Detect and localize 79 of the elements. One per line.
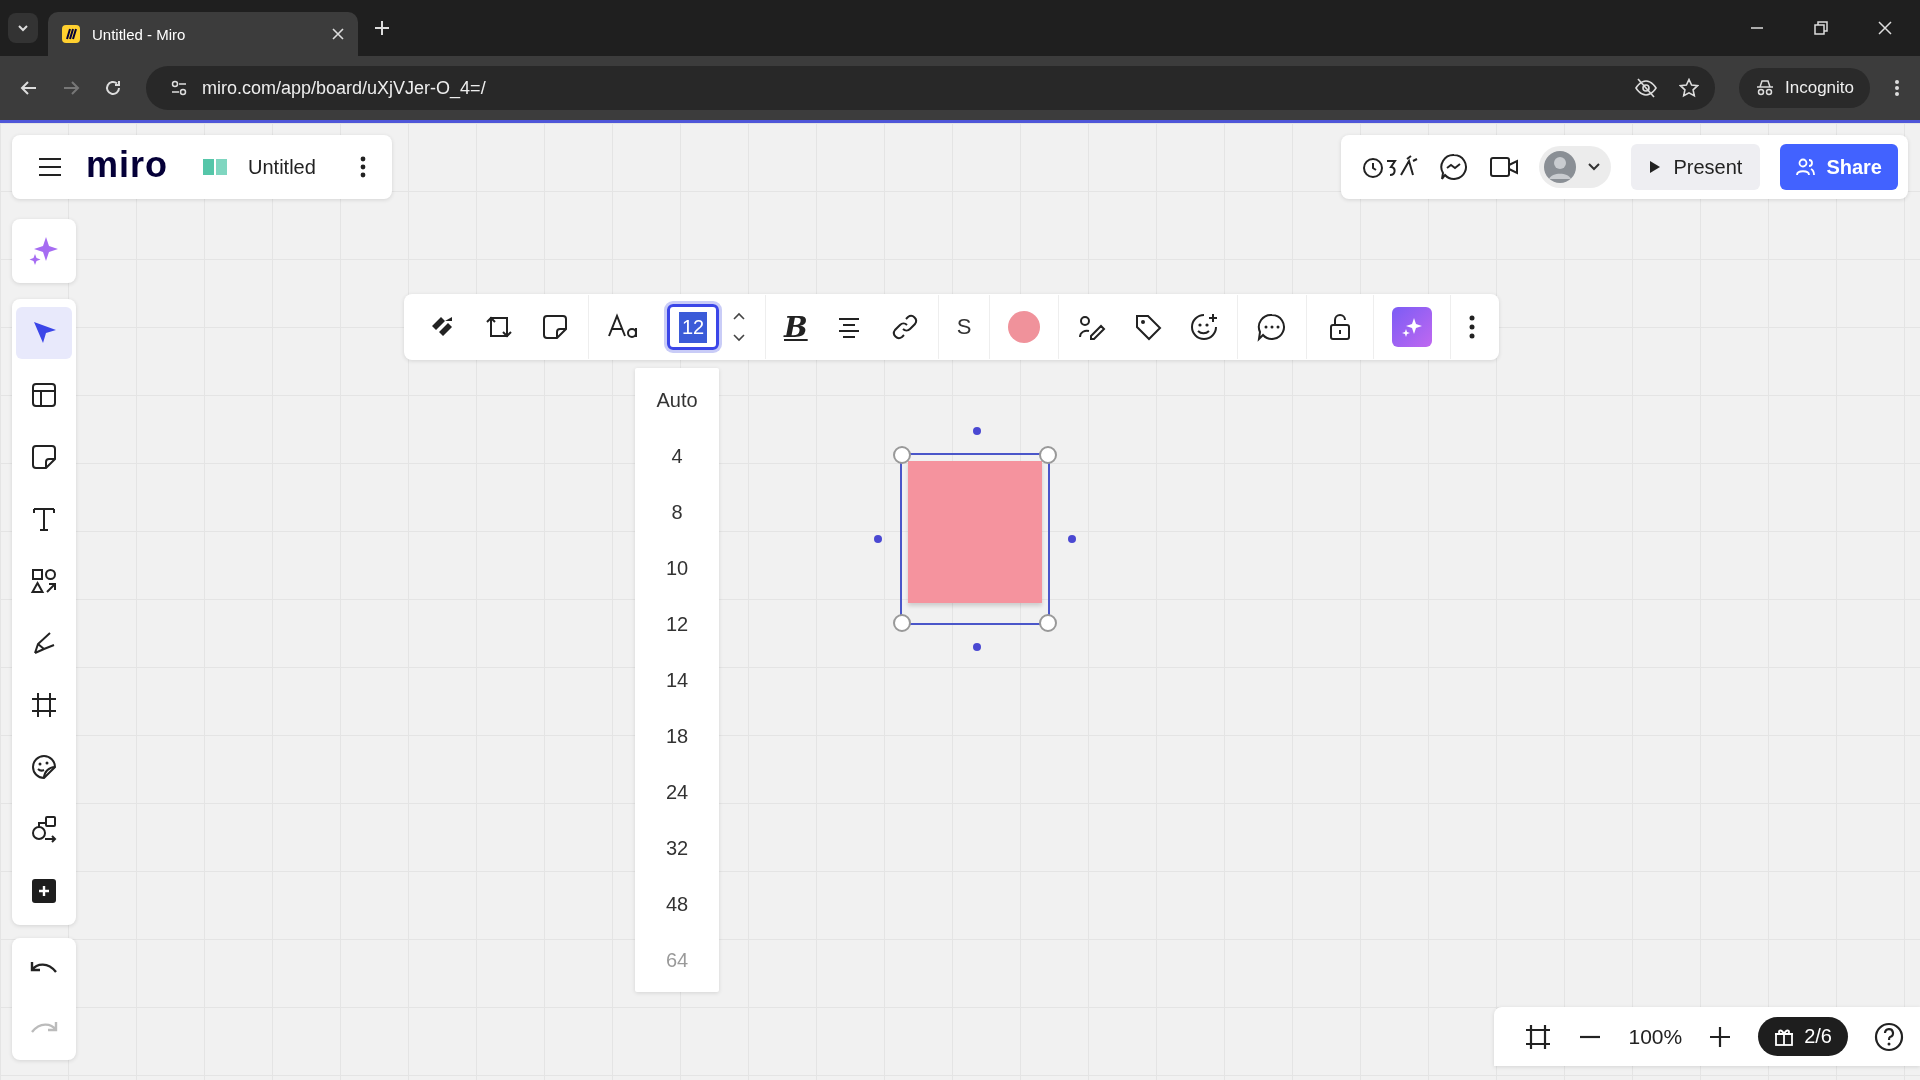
font-family-button[interactable]: S — [956, 314, 972, 340]
connection-dot[interactable] — [874, 535, 882, 543]
menu-option[interactable]: 18 — [635, 708, 719, 764]
new-tab-icon[interactable] — [374, 20, 390, 36]
tag-icon[interactable] — [1133, 312, 1164, 342]
menu-option[interactable]: Auto — [635, 372, 719, 428]
font-size-field[interactable]: 12 — [667, 304, 719, 350]
more-icon[interactable] — [1469, 315, 1476, 339]
forward-icon[interactable] — [62, 79, 80, 97]
close-icon[interactable] — [332, 28, 344, 40]
incognito-badge[interactable]: Incognito — [1739, 68, 1870, 108]
restore-icon[interactable] — [1814, 21, 1828, 35]
address-bar[interactable]: miro.com/app/board/uXjVJer-O_4=/ — [146, 66, 1715, 110]
pages-button[interactable]: 2/6 — [1758, 1017, 1848, 1056]
menu-option[interactable]: 24 — [635, 764, 719, 820]
menu-option[interactable]: 32 — [635, 820, 719, 876]
menu-option[interactable]: 4 — [635, 428, 719, 484]
tab-search-button[interactable] — [8, 13, 38, 43]
sticky-note-icon[interactable] — [540, 312, 570, 342]
menu-option[interactable]: 12 — [635, 596, 719, 652]
zoom-level[interactable]: 100% — [1628, 1024, 1683, 1049]
close-icon[interactable] — [1878, 21, 1892, 35]
url-text: miro.com/app/board/uXjVJer-O_4=/ — [202, 77, 486, 99]
menu-option[interactable]: 14 — [635, 652, 719, 708]
resize-handle[interactable] — [1039, 614, 1057, 632]
shapes-icon — [29, 566, 59, 596]
menu-icon[interactable] — [38, 157, 62, 177]
frame-icon — [29, 690, 59, 720]
book-icon — [202, 157, 228, 177]
board-canvas[interactable]: miro Untitled Present Share 12 B S Auto 4 8 10 12 14 18 24 32 48 64 100% 2/6 — [0, 123, 1920, 1080]
profile-label: Incognito — [1785, 78, 1854, 98]
logo[interactable]: miro — [86, 144, 168, 186]
present-button[interactable]: Present — [1631, 144, 1761, 190]
reactions-icon[interactable] — [1361, 153, 1420, 181]
sticker-icon — [29, 752, 59, 782]
frame-icon[interactable] — [1524, 1022, 1553, 1051]
sticky-note-icon — [29, 442, 59, 472]
connection-dot[interactable] — [1068, 535, 1076, 543]
diagram-icon — [29, 814, 59, 844]
stepper-icon[interactable] — [731, 310, 747, 344]
chat-icon[interactable] — [1439, 152, 1470, 182]
share-button[interactable]: Share — [1780, 144, 1898, 190]
menu-option[interactable]: 48 — [635, 876, 719, 932]
incognito-icon — [1755, 80, 1775, 96]
color-swatch[interactable] — [1008, 311, 1041, 343]
browser-tab[interactable]: Untitled - Miro — [48, 12, 358, 56]
menu-icon[interactable] — [1894, 79, 1900, 97]
video-icon[interactable] — [1489, 155, 1520, 179]
resize-handle[interactable] — [1039, 446, 1057, 464]
add-icon — [29, 876, 59, 906]
avatar-icon — [1543, 150, 1578, 184]
zoom-in-icon[interactable] — [1708, 1024, 1733, 1049]
more-icon[interactable] — [359, 156, 366, 178]
sparkle-icon — [1401, 316, 1424, 338]
avatar-button[interactable] — [1539, 146, 1612, 188]
site-settings-icon[interactable] — [170, 79, 188, 97]
menu-option[interactable]: 10 — [635, 540, 719, 596]
people-icon — [1796, 158, 1817, 176]
ai-button[interactable] — [1392, 307, 1433, 347]
tab-title: Untitled - Miro — [92, 25, 187, 43]
back-icon[interactable] — [20, 79, 38, 97]
play-icon — [1649, 160, 1662, 174]
caret-icon — [1587, 162, 1602, 172]
miro-favicon-icon — [62, 25, 80, 43]
ai-button[interactable] — [12, 219, 76, 283]
add-reaction-icon[interactable] — [1189, 312, 1220, 342]
reload-icon[interactable] — [104, 79, 122, 97]
menu-option[interactable]: 8 — [635, 484, 719, 540]
star-icon[interactable] — [1679, 78, 1699, 98]
help-icon[interactable] — [1874, 1021, 1904, 1052]
resize-handle[interactable] — [893, 446, 911, 464]
connection-dot[interactable] — [973, 427, 981, 435]
resize-handle[interactable] — [893, 614, 911, 632]
layout-icon — [29, 380, 59, 410]
connection-dot[interactable] — [973, 643, 981, 651]
bold-button[interactable]: B — [784, 310, 808, 344]
eye-off-icon[interactable] — [1635, 78, 1657, 98]
sparkle-icon — [28, 235, 60, 267]
board-title[interactable]: Untitled — [248, 155, 316, 179]
